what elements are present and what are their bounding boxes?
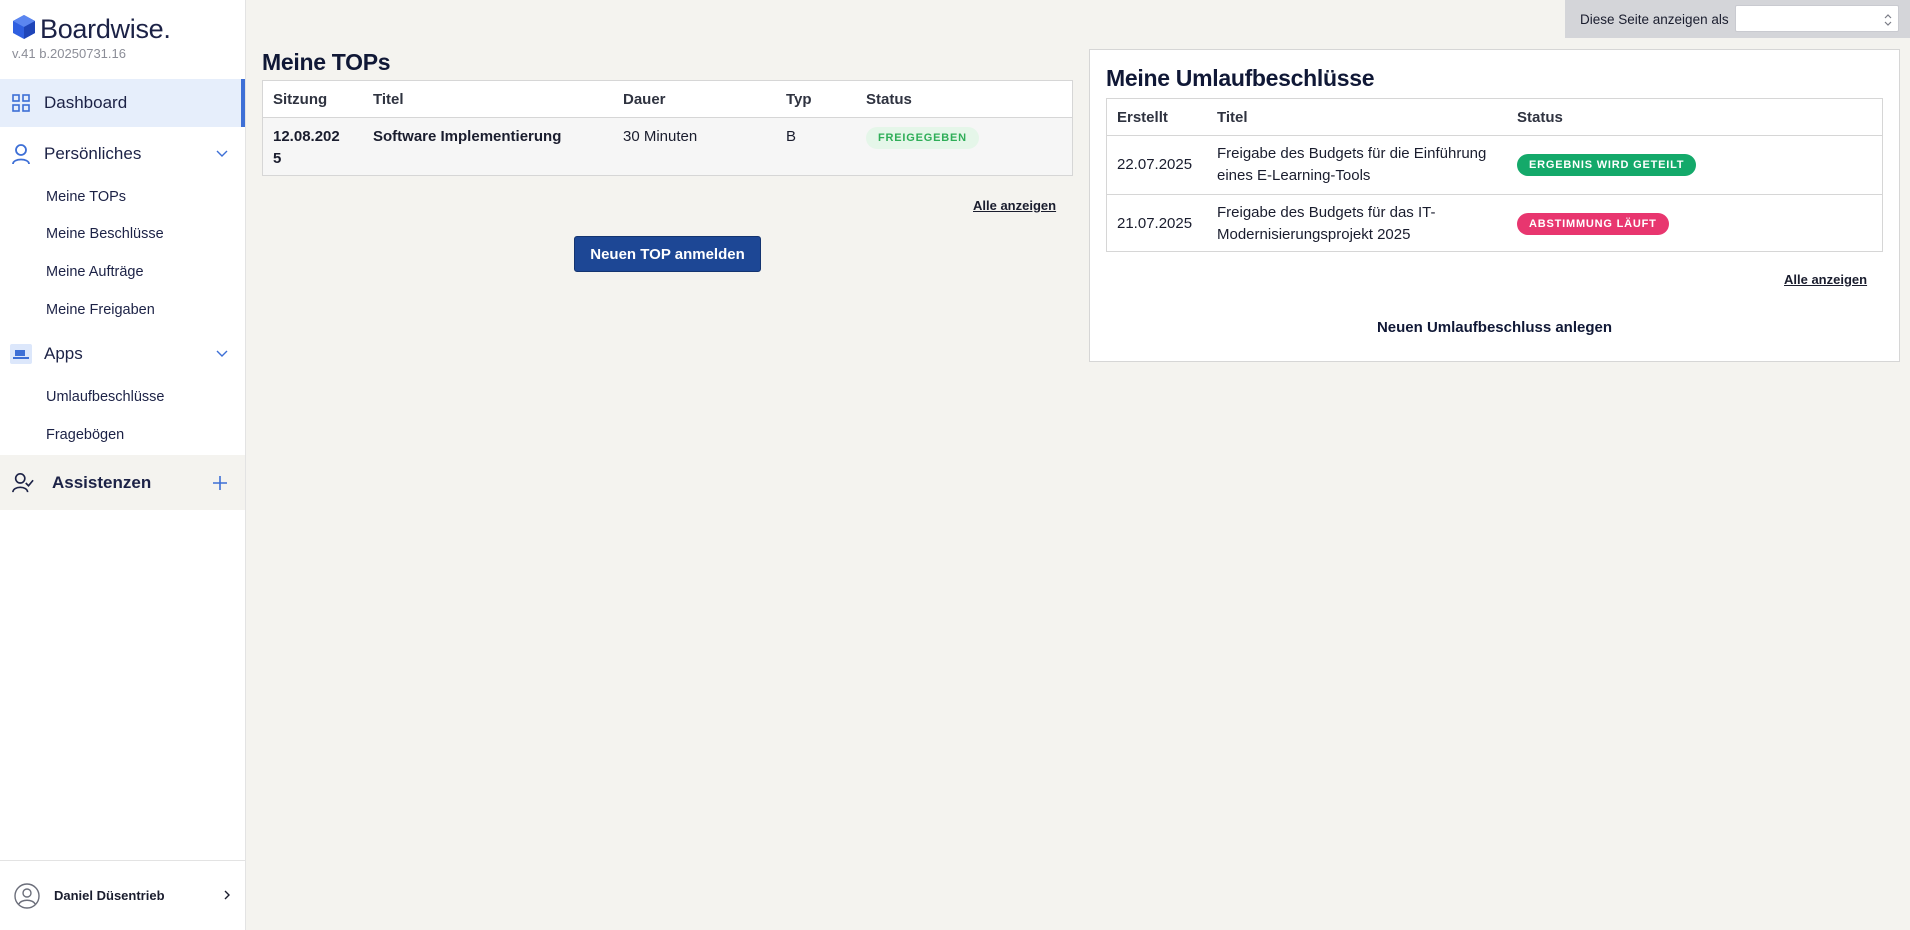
umlauf-title: Meine Umlaufbeschlüsse bbox=[1106, 65, 1375, 91]
sidebar-item-apps[interactable]: Apps bbox=[0, 336, 245, 372]
column-header: Typ bbox=[786, 91, 812, 108]
sidebar-item-label: Apps bbox=[44, 344, 83, 363]
umlauf-created: 21.07.2025 bbox=[1117, 215, 1193, 232]
sidebar-item-meine-auftraege[interactable]: Meine Aufträge bbox=[46, 264, 144, 280]
user-menu[interactable]: Daniel Düsentrieb bbox=[0, 860, 245, 930]
sidebar: Boardwise. v.41 b.20250731.16 Dashboard … bbox=[0, 0, 246, 930]
brand-name: Boardwise. bbox=[40, 14, 171, 44]
plus-icon[interactable] bbox=[211, 474, 229, 492]
column-header: Titel bbox=[1217, 109, 1248, 126]
chevron-down-icon[interactable] bbox=[215, 147, 229, 161]
top-title: Software Implementierung bbox=[373, 128, 562, 145]
status-badge: ABSTIMMUNG LÄUFT bbox=[1517, 213, 1669, 235]
session-date: 12.08.202 bbox=[273, 128, 340, 145]
boardwise-logo-icon bbox=[12, 14, 36, 45]
sidebar-item-meine-tops[interactable]: Meine TOPs bbox=[46, 189, 126, 205]
avatar bbox=[14, 882, 40, 909]
umlauf-card: Meine Umlaufbeschlüsse Erstellt Titel St… bbox=[1089, 49, 1900, 362]
column-header: Erstellt bbox=[1117, 109, 1168, 126]
new-top-button[interactable]: Neuen TOP anmelden bbox=[574, 236, 761, 272]
status-badge: FREIGEGEBEN bbox=[866, 127, 979, 149]
status-badge: ERGEBNIS WIRD GETEILT bbox=[1517, 154, 1697, 176]
umlauf-title-line: Freigabe des Budgets für die Einführung bbox=[1217, 145, 1487, 162]
column-header: Titel bbox=[373, 91, 404, 108]
sidebar-item-label: Dashboard bbox=[44, 93, 128, 112]
sidebar-item-label: Persönliches bbox=[44, 144, 142, 163]
umlauf-table: Erstellt Titel Status 22.07.2025 Freigab… bbox=[1106, 98, 1883, 252]
user-name: Daniel Düsentrieb bbox=[54, 888, 165, 903]
umlauf-title-line: Modernisierungsprojekt 2025 bbox=[1217, 226, 1411, 243]
column-header: Status bbox=[866, 91, 912, 108]
apps-icon bbox=[10, 343, 32, 365]
tops-show-all-link[interactable]: Alle anzeigen bbox=[973, 198, 1056, 213]
tops-table: Sitzung Titel Dauer Typ Status 12.08.202… bbox=[262, 80, 1073, 176]
umlauf-title-line: eines E-Learning-Tools bbox=[1217, 167, 1371, 184]
sidebar-item-meine-freigaben[interactable]: Meine Freigaben bbox=[46, 302, 155, 318]
umlauf-show-all-link[interactable]: Alle anzeigen bbox=[1784, 272, 1867, 287]
sidebar-item-personal[interactable]: Persönliches bbox=[0, 136, 245, 172]
column-header: Status bbox=[1517, 109, 1563, 126]
column-header: Sitzung bbox=[273, 91, 328, 108]
chevron-right-icon bbox=[223, 887, 231, 905]
table-row[interactable]: 21.07.2025 Freigabe des Budgets für das … bbox=[1107, 195, 1882, 253]
dashboard-grid-icon bbox=[10, 92, 32, 114]
umlauf-title-line: Freigabe des Budgets für das IT- bbox=[1217, 204, 1436, 221]
version-label: v.41 b.20250731.16 bbox=[12, 46, 126, 61]
session-date-cont: 5 bbox=[273, 150, 282, 167]
umlauf-created: 22.07.2025 bbox=[1117, 156, 1193, 173]
table-row[interactable]: 22.07.2025 Freigabe des Budgets für die … bbox=[1107, 136, 1882, 194]
chevron-down-icon[interactable] bbox=[215, 347, 229, 361]
sidebar-item-assistants[interactable]: Assistenzen bbox=[0, 455, 245, 510]
view-as-label: Diese Seite anzeigen als bbox=[1580, 11, 1729, 27]
column-header: Dauer bbox=[623, 91, 666, 108]
user-check-icon bbox=[12, 472, 34, 494]
tops-title: Meine TOPs bbox=[262, 49, 391, 75]
view-as-select[interactable] bbox=[1735, 5, 1899, 32]
select-arrows-icon bbox=[1884, 13, 1892, 31]
user-icon bbox=[10, 143, 32, 165]
top-duration: 30 Minuten bbox=[623, 128, 698, 145]
sidebar-item-meine-beschluesse[interactable]: Meine Beschlüsse bbox=[46, 226, 164, 242]
view-as-bar: Diese Seite anzeigen als bbox=[1565, 0, 1910, 38]
sidebar-item-umlaufbeschluesse[interactable]: Umlaufbeschlüsse bbox=[46, 389, 164, 405]
sidebar-item-dashboard[interactable]: Dashboard bbox=[0, 79, 245, 127]
top-type: B bbox=[786, 128, 797, 145]
sidebar-item-label: Assistenzen bbox=[52, 472, 152, 492]
sidebar-item-frageboegen[interactable]: Fragebögen bbox=[46, 427, 124, 443]
new-umlauf-button[interactable]: Neuen Umlaufbeschluss anlegen bbox=[1090, 319, 1899, 336]
table-row[interactable]: 12.08.202 5 Software Implementierung 30 … bbox=[263, 118, 1072, 175]
brand[interactable]: Boardwise. bbox=[12, 14, 171, 45]
